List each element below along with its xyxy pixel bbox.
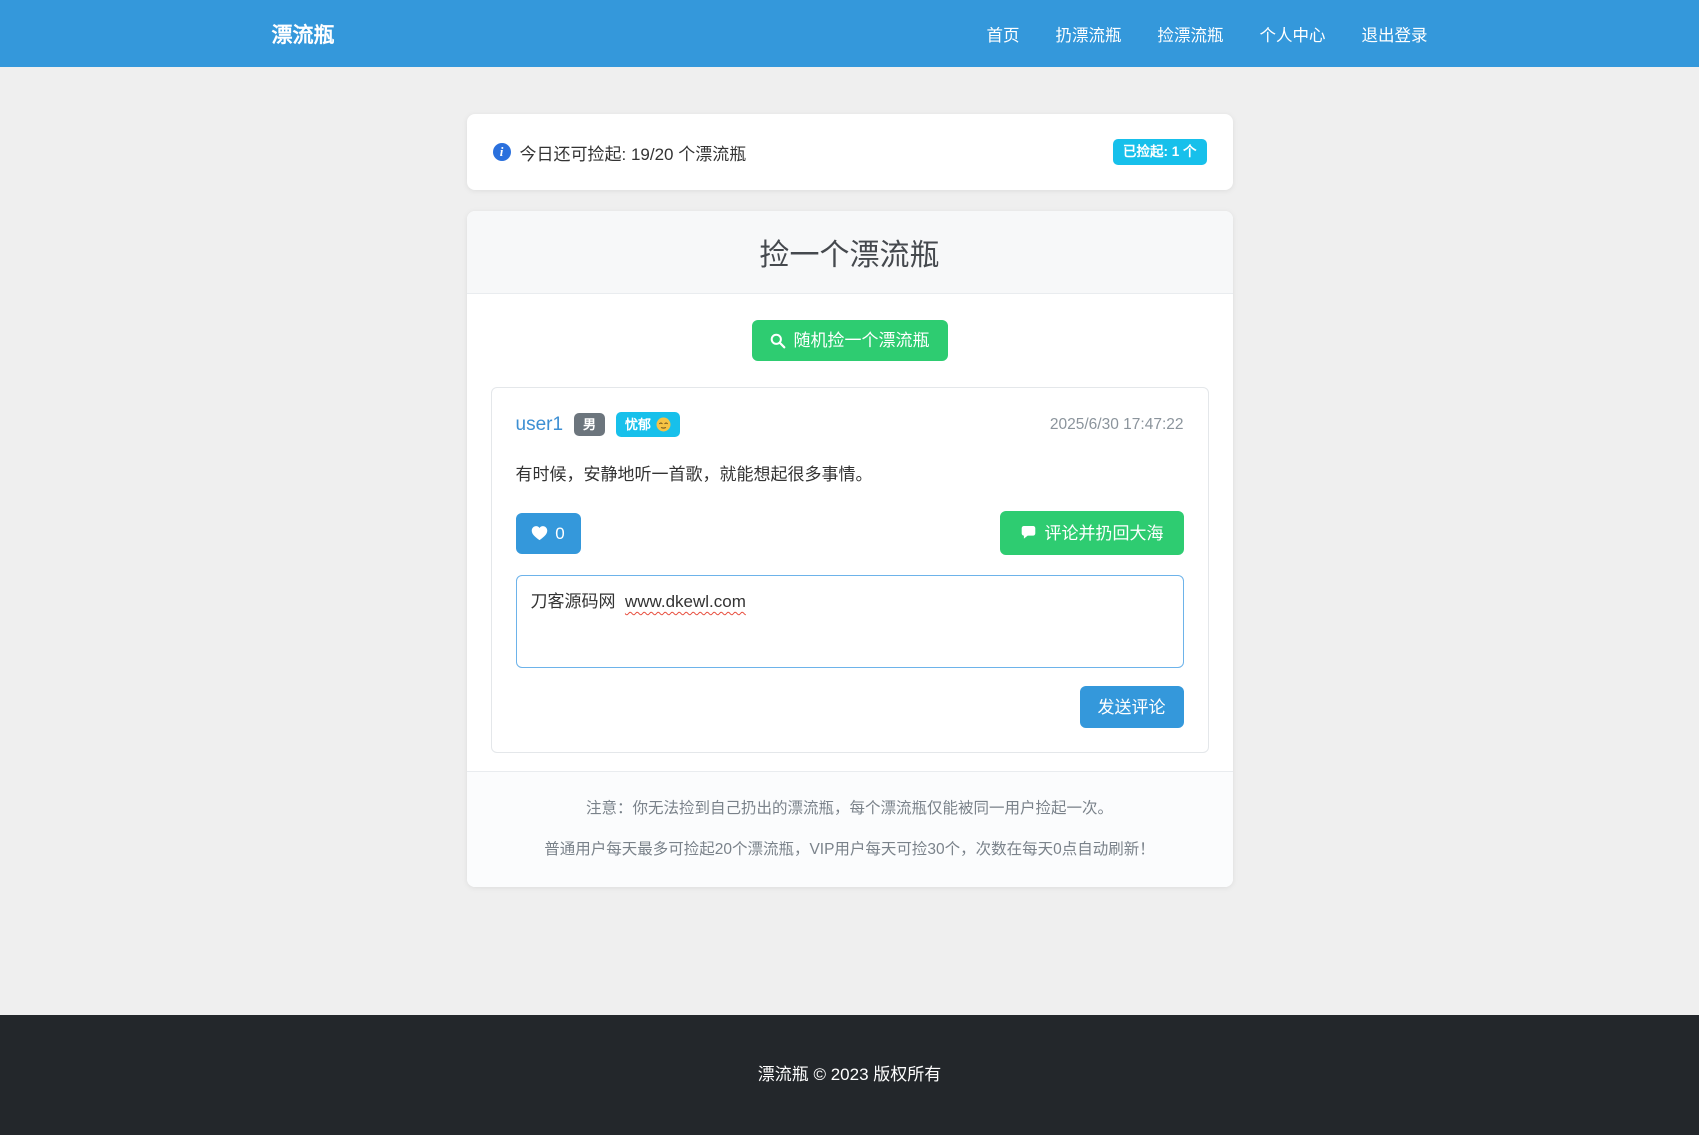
nav-item-home[interactable]: 首页 xyxy=(987,22,1020,46)
comment-throw-back-label: 评论并扔回大海 xyxy=(1044,523,1164,543)
search-icon xyxy=(770,333,785,348)
gender-badge: 男 xyxy=(574,413,606,436)
bottle-card: user1 男 忧郁 2025/6/30 17:47:22 有时候，安静地听一首… xyxy=(490,387,1209,753)
username-link[interactable]: user1 xyxy=(516,414,564,436)
comment-text-url: www.dkewl.com xyxy=(624,592,746,611)
nav-item-throw-bottle[interactable]: 扔漂流瓶 xyxy=(1056,22,1122,46)
send-row: 发送评论 xyxy=(516,686,1184,728)
comment-throw-back-button[interactable]: 评论并扔回大海 xyxy=(999,511,1184,555)
like-button[interactable]: 0 xyxy=(515,512,581,554)
comment-textarea[interactable]: 刀客源码网 www.dkewl.com xyxy=(515,575,1184,668)
card-footer-notes: 注意：你无法捡到自己扔出的漂流瓶，每个漂流瓶仅能被同一用户捡起一次。 普通用户每… xyxy=(466,771,1233,887)
quota-info: i 今日还可捡起: 19/20 个漂流瓶 xyxy=(492,140,747,165)
navbar: 漂流瓶 首页 扔漂流瓶 捡漂流瓶 个人中心 退出登录 xyxy=(0,0,1699,67)
main-container: i 今日还可捡起: 19/20 个漂流瓶 已捡起: 1 个 捡一个漂流瓶 随机捡… xyxy=(466,114,1233,887)
note-line-2: 普通用户每天最多可捡起20个漂流瓶，VIP用户每天可捡30个，次数在每天0点自动… xyxy=(544,841,1155,858)
mood-badge-label: 忧郁 xyxy=(625,417,652,432)
nav-item-pick-bottle[interactable]: 捡漂流瓶 xyxy=(1158,22,1224,46)
card-header: 捡一个漂流瓶 xyxy=(466,211,1233,294)
site-footer: 漂流瓶 © 2023 版权所有 xyxy=(0,1015,1699,1135)
nav-item-logout[interactable]: 退出登录 xyxy=(1362,22,1428,46)
navbar-inner: 漂流瓶 首页 扔漂流瓶 捡漂流瓶 个人中心 退出登录 xyxy=(260,19,1440,49)
nav-item-profile[interactable]: 个人中心 xyxy=(1260,22,1326,46)
card-body: 随机捡一个漂流瓶 user1 男 忧郁 2025/6/30 17:47:22 有… xyxy=(467,294,1233,771)
brand-logo[interactable]: 漂流瓶 xyxy=(272,19,335,49)
chat-bubble-icon xyxy=(1021,526,1035,539)
pick-bottle-card: 捡一个漂流瓶 随机捡一个漂流瓶 user1 男 忧郁 2025/6/30 17:… xyxy=(466,211,1233,887)
nav-links: 首页 扔漂流瓶 捡漂流瓶 个人中心 退出登录 xyxy=(987,22,1428,46)
bottle-timestamp: 2025/6/30 17:47:22 xyxy=(1049,415,1184,433)
quota-text: 今日还可捡起: 19/20 个漂流瓶 xyxy=(519,144,747,164)
bottle-actions: 0 评论并扔回大海 xyxy=(515,511,1184,555)
info-icon: i xyxy=(492,143,511,161)
like-count: 0 xyxy=(555,523,565,543)
random-pick-button[interactable]: 随机捡一个漂流瓶 xyxy=(751,320,948,361)
bottle-header: user1 男 忧郁 2025/6/30 17:47:22 xyxy=(516,412,1184,437)
mood-badge: 忧郁 xyxy=(616,412,681,437)
random-pick-label: 随机捡一个漂流瓶 xyxy=(793,331,930,350)
picked-count-badge: 已捡起: 1 个 xyxy=(1112,139,1207,165)
quota-bar: i 今日还可捡起: 19/20 个漂流瓶 已捡起: 1 个 xyxy=(466,114,1233,190)
heart-icon xyxy=(532,526,548,541)
note-line-1: 注意：你无法捡到自己扔出的漂流瓶，每个漂流瓶仅能被同一用户捡起一次。 xyxy=(585,800,1113,817)
comment-text: 刀客源码网 xyxy=(530,592,625,611)
page-title: 捡一个漂流瓶 xyxy=(759,239,940,272)
send-comment-button[interactable]: 发送评论 xyxy=(1079,686,1184,728)
bottle-content: 有时候，安静地听一首歌，就能想起很多事情。 xyxy=(515,465,873,484)
pensive-face-icon xyxy=(656,417,671,432)
bottle-user-info: user1 男 忧郁 xyxy=(516,412,681,437)
copyright-text: 漂流瓶 © 2023 版权所有 xyxy=(757,1065,942,1084)
